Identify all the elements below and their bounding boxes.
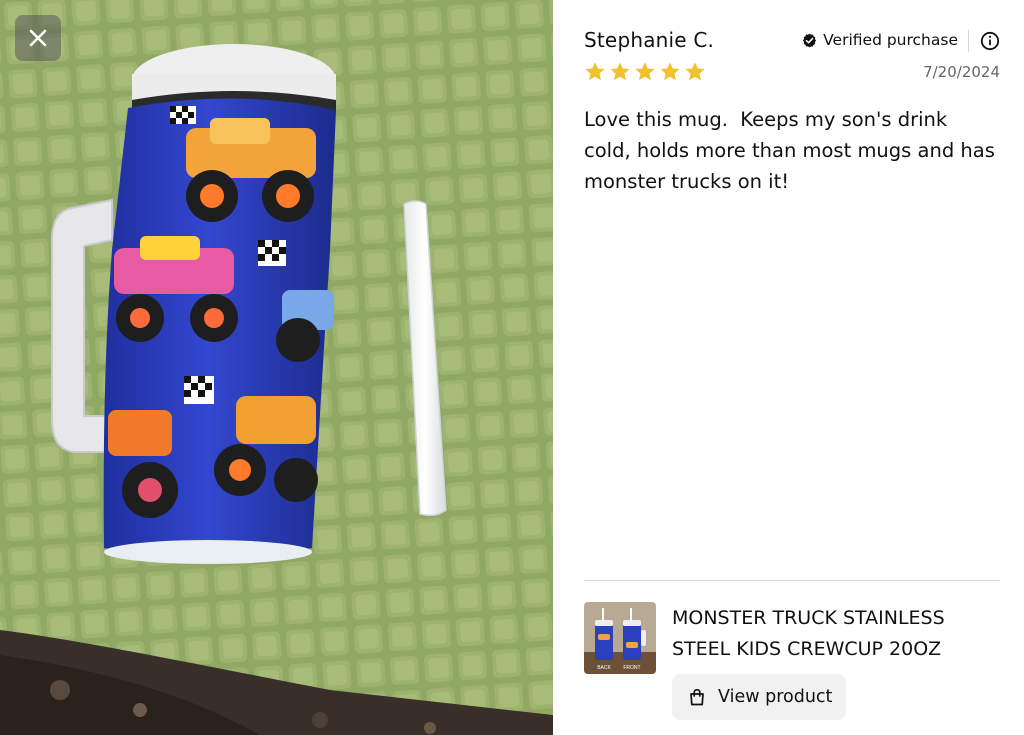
review-date: 7/20/2024 <box>923 63 1000 81</box>
star-icon <box>610 62 630 81</box>
section-divider <box>584 580 1000 581</box>
star-icon <box>660 62 680 81</box>
reviewed-product: BACK FRONT MONSTER TRUCK STAINLESS STEEL… <box>584 602 1000 722</box>
review-text: Love this mug. Keeps my son's drink cold… <box>584 108 1002 193</box>
header-divider <box>968 30 969 52</box>
product-title[interactable]: MONSTER TRUCK STAINLESS STEEL KIDS CREWC… <box>672 603 1000 665</box>
star-icon <box>635 62 655 81</box>
check-circle-icon <box>803 33 817 47</box>
review-photo <box>0 0 553 735</box>
close-button[interactable] <box>15 15 61 61</box>
thumb-label-back: BACK <box>597 665 611 671</box>
reviewer-name: Stephanie C. <box>584 28 715 52</box>
verified-label: Verified purchase <box>823 31 958 49</box>
product-thumbnail-image: BACK FRONT <box>584 602 656 674</box>
shopping-bag-icon <box>690 688 704 706</box>
review-modal: Stephanie C. Verified purchase 7/20/2024… <box>0 0 1024 735</box>
info-icon[interactable] <box>980 31 1000 51</box>
review-panel: Stephanie C. Verified purchase 7/20/2024… <box>553 0 1024 735</box>
star-icon <box>685 62 705 81</box>
review-header: Stephanie C. Verified purchase 7/20/2024 <box>584 28 1000 88</box>
view-product-button[interactable]: View product <box>672 674 847 720</box>
star-icon <box>585 62 605 81</box>
view-product-label: View product <box>718 687 833 707</box>
star-rating <box>584 61 706 83</box>
thumb-label-front: FRONT <box>623 665 640 671</box>
verified-badge: Verified purchase <box>802 31 958 49</box>
close-icon <box>29 29 47 47</box>
product-thumbnail[interactable]: BACK FRONT <box>584 602 656 674</box>
review-photo-image <box>0 0 553 735</box>
